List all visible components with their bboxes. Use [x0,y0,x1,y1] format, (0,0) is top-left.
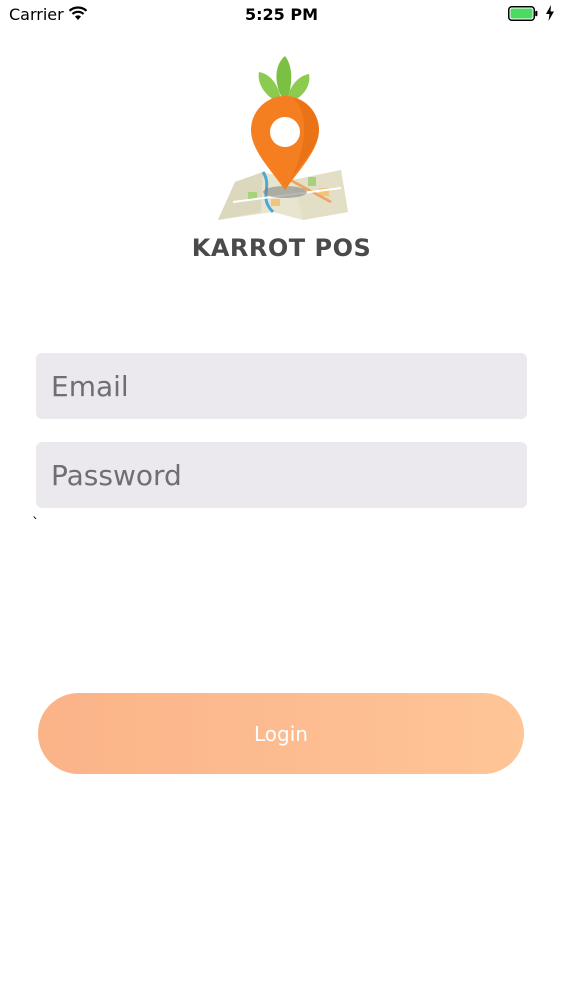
email-field[interactable] [36,353,527,419]
carrot-map-pin-icon [218,56,348,220]
login-button[interactable]: Login [38,693,524,774]
clock: 5:25 PM [244,5,318,24]
battery-icon [508,6,538,21]
password-field[interactable] [36,442,527,508]
status-bar: Carrier 5:25 PM [0,0,563,30]
brand-title: KARROT POS [191,234,372,262]
charging-bolt-icon [546,5,554,21]
stray-mark: ` [32,516,39,532]
